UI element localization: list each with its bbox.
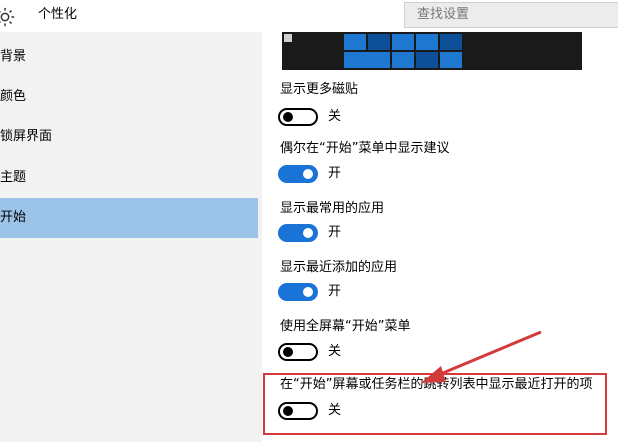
sidebar-item-background[interactable]: 背景 — [0, 37, 258, 77]
title-bar: 个性化 查找设置 — [0, 0, 618, 32]
toggle-knob — [303, 228, 313, 238]
preview-tile — [440, 34, 462, 50]
toggle-state-label: 关 — [328, 344, 342, 359]
sidebar: 背景 颜色 锁屏界面 主题 开始 — [0, 32, 262, 442]
setting-label: 偶尔在“开始”菜单中显示建议 — [280, 141, 450, 156]
sidebar-item-label: 锁屏界面 — [0, 129, 53, 144]
toggle-knob — [283, 112, 293, 122]
toggle-state-label: 开 — [328, 225, 342, 240]
toggle-state-label: 开 — [328, 166, 342, 181]
toggle-state-label: 关 — [328, 109, 342, 124]
toggle-recently-added-apps[interactable] — [278, 283, 318, 301]
preview-tile — [344, 52, 390, 68]
toggle-show-suggestions[interactable] — [278, 165, 318, 183]
sidebar-item-start[interactable]: 开始 — [0, 198, 258, 238]
preview-tile — [284, 34, 292, 42]
setting-label: 使用全屏幕“开始”菜单 — [280, 319, 411, 334]
sidebar-item-label: 背景 — [0, 49, 27, 64]
toggle-state-label: 开 — [328, 284, 342, 299]
toggle-knob — [283, 347, 293, 357]
preview-tile — [416, 34, 438, 50]
preview-tile — [416, 52, 438, 68]
sidebar-item-colors[interactable]: 颜色 — [0, 77, 258, 117]
gear-icon[interactable] — [0, 6, 16, 28]
toggle-most-used-apps[interactable] — [278, 224, 318, 242]
preview-tile — [344, 34, 366, 50]
setting-label: 显示更多磁贴 — [280, 82, 359, 97]
preview-tile — [368, 34, 390, 50]
start-menu-preview — [282, 32, 582, 70]
setting-label: 显示最近添加的应用 — [280, 260, 398, 275]
sidebar-item-label: 开始 — [0, 210, 27, 225]
preview-tile — [392, 52, 414, 68]
sidebar-item-label: 主题 — [0, 170, 27, 185]
toggle-knob — [303, 287, 313, 297]
sidebar-item-label: 颜色 — [0, 89, 27, 104]
search-input[interactable]: 查找设置 — [404, 2, 618, 28]
toggle-knob — [303, 169, 313, 179]
search-placeholder: 查找设置 — [417, 7, 470, 22]
preview-tile — [392, 34, 414, 50]
toggle-show-more-tiles[interactable] — [278, 108, 318, 126]
preview-tile — [440, 52, 462, 68]
setting-label: 显示最常用的应用 — [280, 201, 385, 216]
sidebar-item-lock-screen[interactable]: 锁屏界面 — [0, 117, 258, 157]
highlight-box — [263, 373, 607, 435]
page-title: 个性化 — [38, 7, 78, 22]
sidebar-item-themes[interactable]: 主题 — [0, 158, 258, 198]
toggle-full-screen-start[interactable] — [278, 343, 318, 361]
